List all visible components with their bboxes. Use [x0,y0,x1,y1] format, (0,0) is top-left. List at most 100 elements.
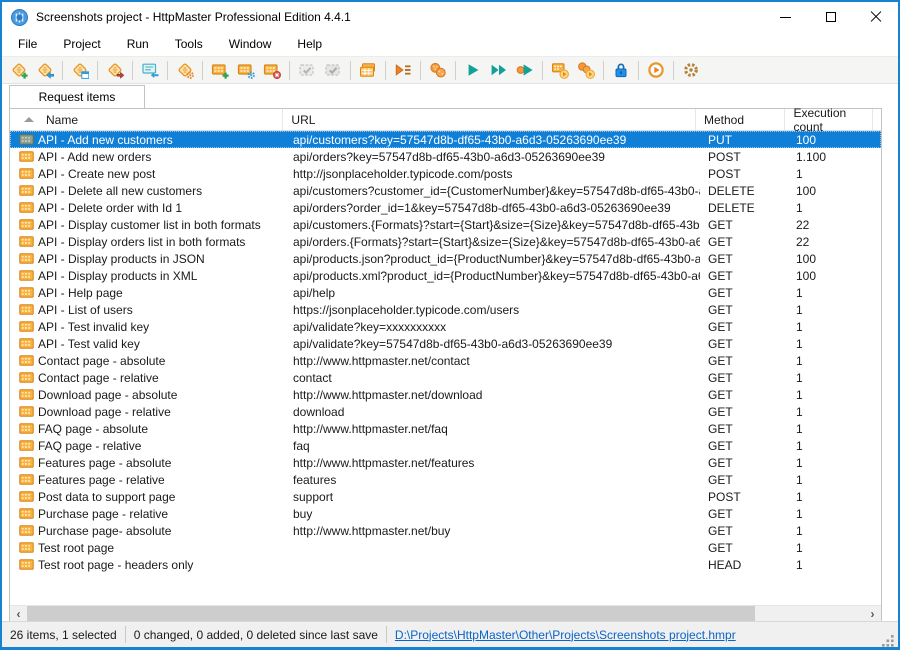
table-row[interactable]: API - Create new posthttp://jsonplacehol… [10,165,881,182]
table-row[interactable]: Features page - absolutehttp://www.httpm… [10,454,881,471]
delete-group-button[interactable] [259,58,285,83]
menu-item-help[interactable]: Help [284,32,335,56]
column-header-url[interactable]: URL [283,109,696,130]
menu-item-run[interactable]: Run [114,32,162,56]
menu-item-tools[interactable]: Tools [162,32,216,56]
request-item-icon [19,253,34,264]
toolbar-separator [350,61,351,80]
column-label: URL [291,113,315,127]
row-execution-count: 1 [790,371,878,385]
column-header-name[interactable]: Name [10,109,283,130]
request-items-table: Name URL Method Execution count API - Ad… [9,108,882,623]
table-row[interactable]: FAQ page - absolutehttp://www.httpmaster… [10,420,881,437]
run-sequence-button[interactable] [390,58,416,83]
tab-request-items[interactable]: Request items [9,85,145,108]
minimize-button[interactable] [763,2,808,32]
scrollbar-thumb[interactable] [27,606,755,622]
row-method: GET [700,354,790,368]
table-row[interactable]: FAQ page - relativefaqGET1 [10,437,881,454]
execution-history-button[interactable] [643,58,669,83]
row-execution-count: 1 [790,201,878,215]
table-row[interactable]: Purchase page - relativebuyGET1 [10,505,881,522]
row-execution-count: 100 [790,184,878,198]
table-row[interactable]: Test root page - headers onlyHEAD1 [10,556,881,573]
close-button[interactable] [853,2,898,32]
request-item-icon [19,423,34,434]
scroll-right-icon[interactable]: › [864,606,881,622]
new-request-item-button[interactable] [6,58,32,83]
request-item-icon [19,304,34,315]
row-url: contact [285,371,700,385]
tab-strip: Request items [2,84,898,107]
request-item-icon [19,338,34,349]
menu-bar: FileProjectRunToolsWindowHelp [2,32,898,56]
data-generator-button[interactable] [355,58,381,83]
project-path-link[interactable]: D:\Projects\HttpMaster\Other\Projects\Sc… [395,628,736,642]
request-item-icon [19,474,34,485]
table-row[interactable]: API - Display products in JSONapi/produc… [10,250,881,267]
row-name: Purchase page - relative [38,507,168,521]
lock-project-button[interactable] [608,58,634,83]
table-row[interactable]: Download page - absolutehttp://www.httpm… [10,386,881,403]
sort-ascending-icon [24,117,34,122]
schedule-item-run-button[interactable] [547,58,573,83]
row-execution-count: 1 [790,167,878,181]
minimize-icon [780,17,791,18]
row-name: API - Delete order with Id 1 [38,201,182,215]
item-options-button[interactable] [172,58,198,83]
table-row[interactable]: API - List of usershttps://jsonplacehold… [10,301,881,318]
run-all-items-button[interactable] [486,58,512,83]
new-group-button[interactable] [207,58,233,83]
table-row[interactable]: Post data to support pagesupportPOST1 [10,488,881,505]
request-item-icon [19,134,34,145]
table-row[interactable]: API - Delete order with Id 1api/orders?o… [10,199,881,216]
run-selected-items-button[interactable] [512,58,538,83]
table-row[interactable]: Contact page - absolutehttp://www.httpma… [10,352,881,369]
horizontal-scrollbar[interactable]: ‹ › [10,605,881,622]
table-row[interactable]: Contact page - relativecontactGET1 [10,369,881,386]
row-name: API - Create new post [38,167,155,181]
table-row[interactable]: Features page - relativefeaturesGET1 [10,471,881,488]
table-row[interactable]: API - Delete all new customersapi/custom… [10,182,881,199]
table-row[interactable]: API - Display customer list in both form… [10,216,881,233]
schedule-chain-run-button[interactable] [573,58,599,83]
maximize-button[interactable] [808,2,853,32]
table-row[interactable]: API - Test valid keyapi/validate?key=575… [10,335,881,352]
scroll-left-icon[interactable]: ‹ [10,606,27,622]
row-url: api/orders.{Formats}?start={Start}&size=… [285,235,700,249]
item-comments-button[interactable] [137,58,163,83]
menu-item-file[interactable]: File [5,32,50,56]
table-row[interactable]: API - Help pageapi/helpGET1 [10,284,881,301]
clone-request-item-button[interactable] [32,58,58,83]
request-item-properties-button[interactable] [67,58,93,83]
menu-item-project[interactable]: Project [50,32,113,56]
column-header-execution-count[interactable]: Execution count [785,109,873,130]
table-row[interactable]: API - Test invalid keyapi/validate?key=x… [10,318,881,335]
table-row[interactable]: API - Display orders list in both format… [10,233,881,250]
table-row[interactable]: Test root pageGET1 [10,539,881,556]
row-url: http://www.httpmaster.net/download [285,388,700,402]
run-item-button[interactable] [460,58,486,83]
resize-grip-icon[interactable] [881,633,895,647]
table-row[interactable]: Download page - relativedownloadGET1 [10,403,881,420]
scrollbar-track[interactable] [27,606,864,622]
chain-items-button[interactable] [425,58,451,83]
row-method: PUT [700,133,790,147]
group-options-button[interactable] [233,58,259,83]
toolbar-separator [202,61,203,80]
menu-item-window[interactable]: Window [216,32,285,56]
request-item-icon [19,440,34,451]
column-header-method[interactable]: Method [696,109,786,130]
table-row[interactable]: API - Add new customersapi/customers?key… [10,131,881,148]
row-url: api/products.json?product_id={ProductNum… [285,252,700,266]
table-row[interactable]: API - Add new ordersapi/orders?key=57547… [10,148,881,165]
row-url: api/orders?key=57547d8b-df65-43b0-a6d3-0… [285,150,700,164]
project-settings-icon [682,61,700,79]
project-settings-button[interactable] [678,58,704,83]
table-row[interactable]: API - Display products in XMLapi/product… [10,267,881,284]
row-url: http://www.httpmaster.net/buy [285,524,700,538]
move-request-item-button[interactable] [102,58,128,83]
row-name: FAQ page - absolute [38,422,148,436]
table-row[interactable]: Purchase page- absolutehttp://www.httpma… [10,522,881,539]
title-bar: Screenshots project - HttpMaster Profess… [2,2,898,32]
